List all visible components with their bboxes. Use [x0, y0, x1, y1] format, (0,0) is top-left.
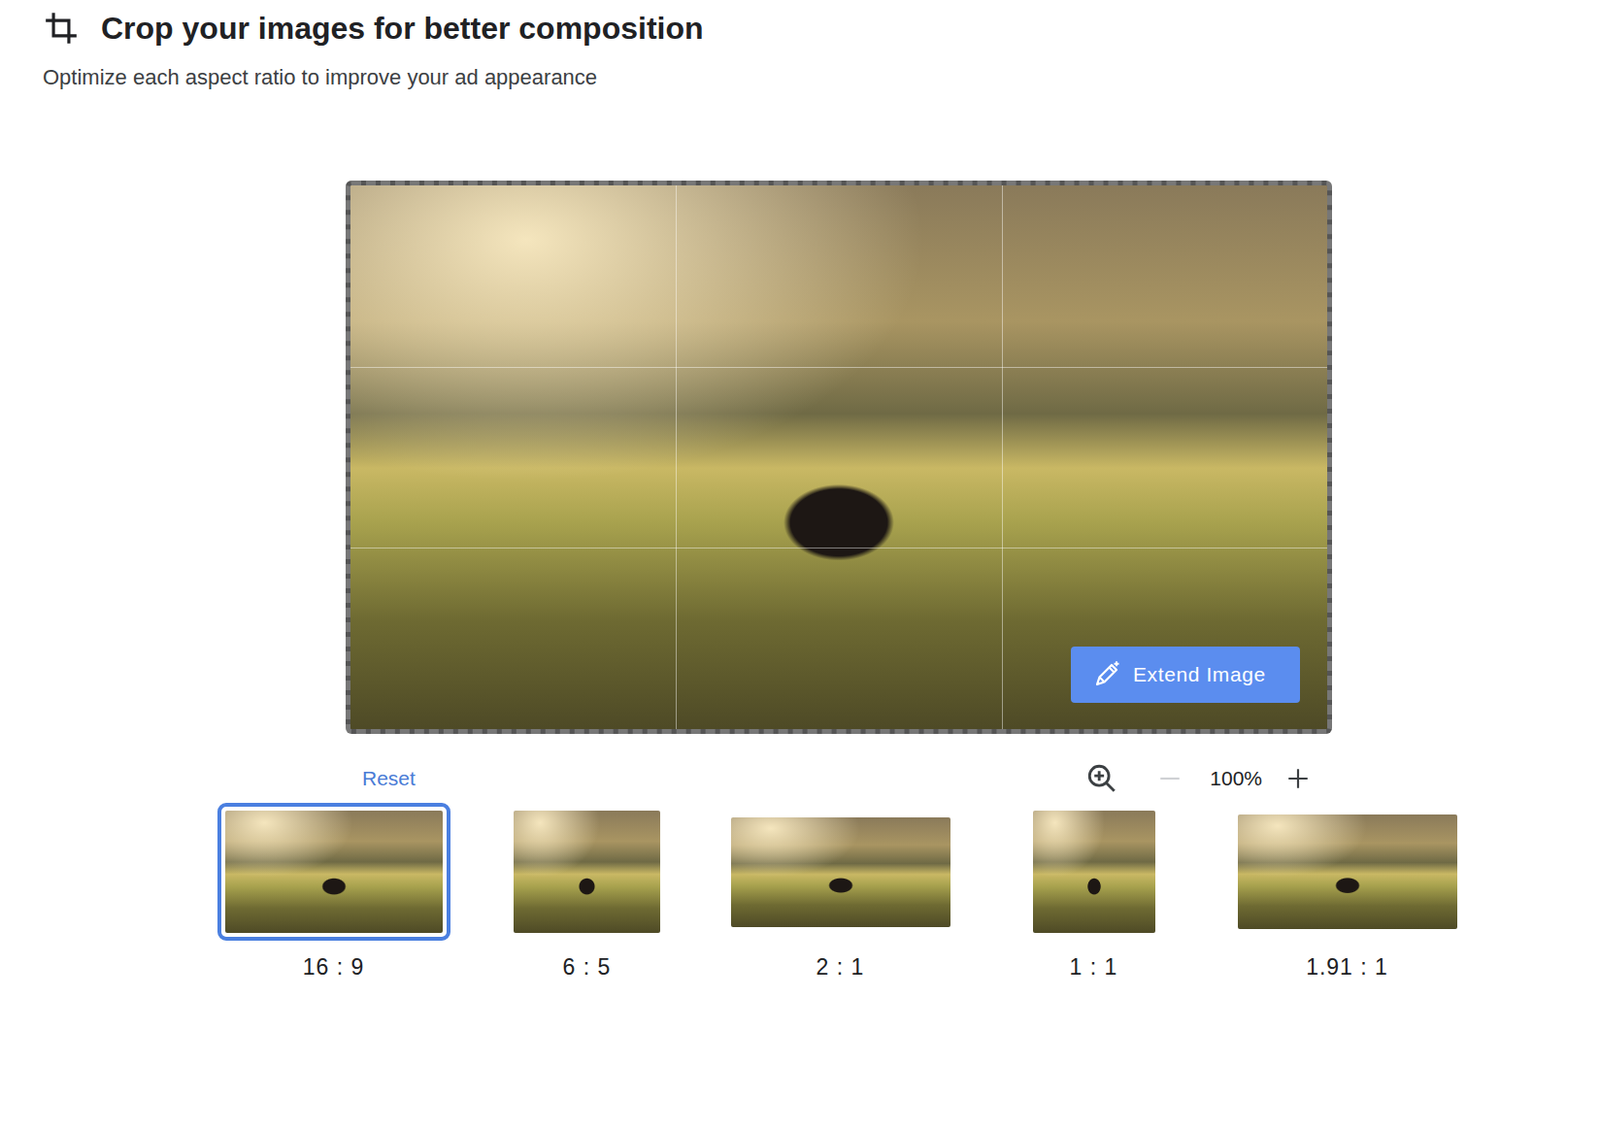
- grid-line: [350, 547, 1328, 549]
- thumb-frame: [505, 802, 668, 941]
- thumbnail: [225, 810, 443, 934]
- ratio-label: 6 : 5: [563, 954, 612, 981]
- ratio-option[interactable]: 1 : 1: [966, 806, 1221, 981]
- crop-page: Crop your images for better composition O…: [0, 0, 1600, 1130]
- thumb-box: [1230, 806, 1466, 937]
- minus-icon: [1157, 766, 1183, 792]
- ratio-label: 1.91 : 1: [1305, 954, 1389, 981]
- crop-editor[interactable]: Extend Image: [345, 180, 1333, 734]
- zoom-out-button[interactable]: [1157, 766, 1183, 792]
- extend-label: Extend Image: [1133, 663, 1267, 687]
- ratio-option[interactable]: 16 : 9: [206, 806, 461, 981]
- thumb-box: [1025, 806, 1164, 937]
- thumbnail: [1033, 810, 1156, 934]
- grid-line: [350, 366, 1328, 368]
- reset-button[interactable]: Reset: [362, 766, 416, 791]
- thumb-frame: [1230, 806, 1466, 937]
- ratio-option[interactable]: 2 : 1: [713, 806, 967, 981]
- thumb-frame: [723, 809, 959, 935]
- controls: Reset 100%: [345, 762, 1333, 796]
- extend-image-button[interactable]: Extend Image: [1070, 646, 1300, 703]
- ratio-option[interactable]: 1.91 : 1: [1220, 806, 1474, 981]
- title-row: Crop your images for better composition: [42, 7, 1600, 49]
- magic-pencil-icon: [1092, 660, 1122, 690]
- title: Crop your images for better composition: [100, 7, 704, 49]
- ratio-label: 2 : 1: [816, 954, 866, 981]
- thumb-box: [505, 806, 668, 937]
- plus-icon: [1285, 766, 1311, 792]
- subtitle: Optimize each aspect ratio to improve yo…: [42, 64, 1600, 92]
- ratio-label: 1 : 1: [1069, 954, 1119, 981]
- crop-icon: [42, 9, 80, 47]
- grid-line: [1001, 185, 1003, 730]
- zoom-controls: 100%: [1085, 762, 1311, 796]
- zoom-in-magnifier-icon: [1085, 762, 1119, 796]
- zoom-value: 100%: [1209, 766, 1263, 791]
- ratio-option[interactable]: 6 : 5: [460, 806, 714, 981]
- grid-line: [675, 185, 677, 730]
- thumbnail: [513, 810, 661, 934]
- thumbnail: [1237, 814, 1458, 930]
- header: Crop your images for better composition O…: [42, 7, 1600, 92]
- thumb-box: [723, 806, 959, 937]
- thumb-frame: [217, 802, 451, 941]
- zoom-in-button[interactable]: [1285, 766, 1311, 792]
- thumb-frame: [1025, 802, 1164, 941]
- thumb-box: [217, 806, 451, 937]
- ratio-list: 16 : 9 6 : 5 2 : 1 1 : 1 1.91 : 1: [206, 806, 1600, 981]
- thumbnail: [731, 817, 951, 928]
- ratio-label: 16 : 9: [302, 954, 366, 981]
